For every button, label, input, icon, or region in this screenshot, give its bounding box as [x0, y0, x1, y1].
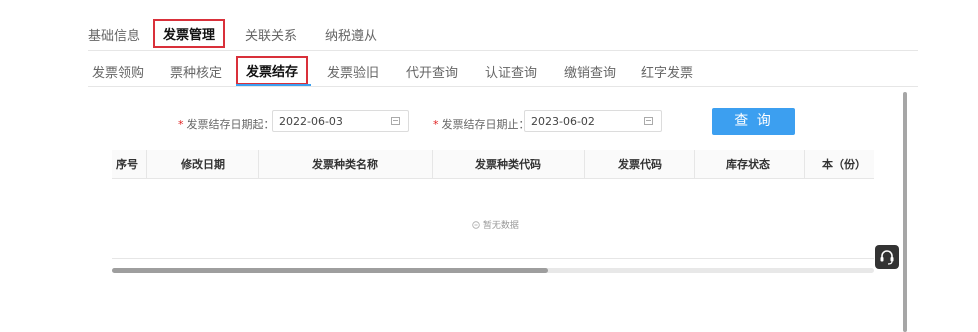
vertical-scrollbar[interactable] — [903, 92, 907, 332]
column-separator — [694, 150, 695, 178]
start-date-input[interactable]: 2022-06-03 — [272, 110, 409, 132]
subtab-cert-query[interactable]: 认证查询 — [485, 62, 537, 81]
empty-icon — [472, 221, 480, 229]
query-button[interactable]: 查 询 — [712, 108, 795, 135]
column-header-index: 序号 — [116, 158, 138, 171]
subtab-ticket-type[interactable]: 票种核定 — [170, 62, 222, 81]
subtab-red-invoice[interactable]: 红字发票 — [641, 62, 693, 81]
column-separator — [258, 150, 259, 178]
column-header-modify-date: 修改日期 — [181, 158, 225, 171]
tab-basic-info[interactable]: 基础信息 — [88, 25, 140, 44]
horizontal-scrollbar-thumb[interactable] — [112, 268, 548, 273]
end-date-label-text: 发票结存日期止： — [441, 118, 530, 131]
column-separator — [804, 150, 805, 178]
tab-relations[interactable]: 关联关系 — [245, 25, 297, 44]
end-date-label: * 发票结存日期止： — [433, 116, 530, 132]
tab-invoice-management[interactable]: 发票管理 — [153, 19, 226, 48]
start-date-label: * 发票结存日期起： — [178, 116, 275, 132]
subtab-invoice-verify[interactable]: 发票验旧 — [327, 62, 379, 81]
calendar-icon[interactable] — [391, 117, 400, 125]
empty-state: 暂无数据 — [472, 218, 519, 231]
column-separator — [146, 150, 147, 178]
table-body-divider — [112, 258, 874, 259]
column-header-quantity: 本（份） — [822, 158, 866, 171]
table-header-divider — [112, 178, 874, 179]
sub-tabs-divider — [88, 86, 918, 87]
subtab-cancel-query[interactable]: 缴销查询 — [564, 62, 616, 81]
column-header-invoice-type-code: 发票种类代码 — [475, 158, 541, 171]
calendar-icon[interactable] — [644, 117, 653, 125]
subtab-proxy-query[interactable]: 代开查询 — [406, 62, 458, 81]
column-separator — [432, 150, 433, 178]
customer-service-button[interactable] — [875, 245, 899, 269]
start-date-label-text: 发票结存日期起： — [186, 118, 275, 131]
end-date-input[interactable]: 2023-06-02 — [524, 110, 662, 132]
subtab-invoice-purchase[interactable]: 发票领购 — [92, 62, 144, 81]
start-date-value: 2022-06-03 — [279, 115, 343, 128]
column-header-stock-status: 库存状态 — [726, 158, 770, 171]
empty-text: 暂无数据 — [482, 221, 519, 231]
required-mark: * — [433, 118, 439, 131]
column-separator — [584, 150, 585, 178]
column-header-invoice-type-name: 发票种类名称 — [312, 158, 378, 171]
top-tabs-divider — [88, 50, 918, 51]
column-header-invoice-code: 发票代码 — [618, 158, 662, 171]
subtab-invoice-balance[interactable]: 发票结存 — [236, 56, 309, 85]
end-date-value: 2023-06-02 — [531, 115, 595, 128]
customer-service-icon — [880, 250, 894, 265]
required-mark: * — [178, 118, 184, 131]
tab-tax-compliance[interactable]: 纳税遵从 — [325, 25, 377, 44]
